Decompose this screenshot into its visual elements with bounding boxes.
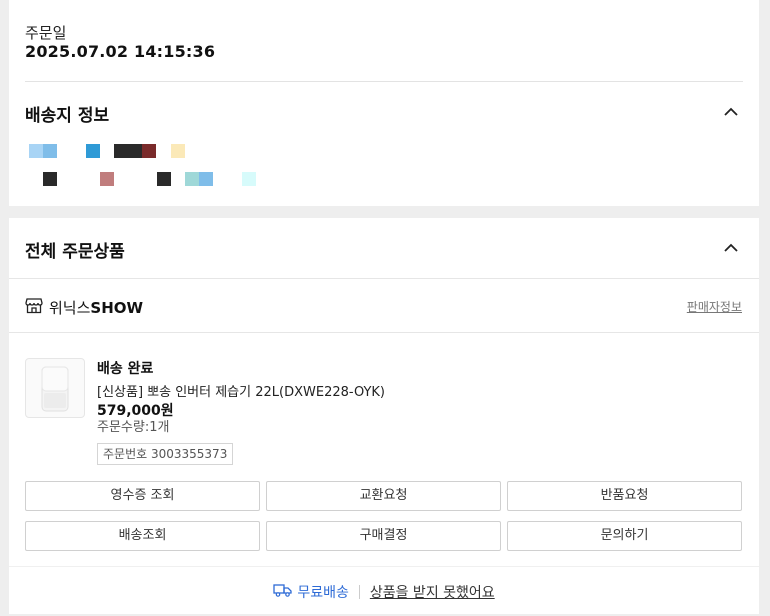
divider [9, 332, 759, 333]
store-icon [25, 297, 43, 318]
exchange-request-button[interactable]: 교환요청 [266, 481, 501, 511]
separator [358, 585, 360, 599]
shipping-info-title: 배송지 정보 [25, 106, 110, 126]
order-items-card: 전체 주문상품 위닉스SHOW 판매자정보 배송 완료 [신상품] 뽀송 인버터… [9, 218, 759, 614]
product-name[interactable]: [신상품] 뽀송 인버터 제습기 22L(DXWE228-OYK) [97, 381, 385, 400]
receipt-button[interactable]: 영수증 조회 [25, 481, 260, 511]
delivery-status: 배송 완료 [97, 361, 154, 377]
order-items-title: 전체 주문상품 [25, 242, 125, 262]
track-delivery-button[interactable]: 배송조회 [25, 521, 260, 551]
store-name[interactable]: 위닉스SHOW [49, 297, 143, 318]
seller-info-link[interactable]: 판매자정보 [687, 298, 742, 315]
confirm-purchase-button[interactable]: 구매결정 [266, 521, 501, 551]
order-date-label: 주문일 [25, 24, 67, 42]
truck-icon [273, 583, 292, 601]
order-number: 주문번호 3003355373 [97, 443, 234, 465]
free-shipping: 무료배송 [273, 582, 349, 602]
free-shipping-label: 무료배송 [297, 585, 349, 601]
divider [9, 566, 759, 567]
dehumidifier-image [41, 366, 69, 412]
not-received-link[interactable]: 상품을 받지 못했어요 [370, 582, 495, 602]
order-summary-card: 주문일 2025.07.02 14:15:36 배송지 정보 [9, 0, 759, 206]
return-request-button[interactable]: 반품요청 [507, 481, 742, 511]
inquiry-button[interactable]: 문의하기 [507, 521, 742, 551]
order-quantity: 주문수량:1개 [97, 420, 170, 435]
store-row[interactable]: 위닉스SHOW [25, 297, 143, 318]
shipping-footer: 무료배송 상품을 받지 못했어요 [9, 570, 759, 614]
order-date-value: 2025.07.02 14:15:36 [25, 42, 216, 61]
divider [25, 81, 743, 82]
product-image[interactable] [25, 358, 85, 418]
divider [9, 278, 759, 279]
chevron-up-icon[interactable] [723, 240, 739, 256]
chevron-up-icon[interactable] [723, 104, 739, 120]
